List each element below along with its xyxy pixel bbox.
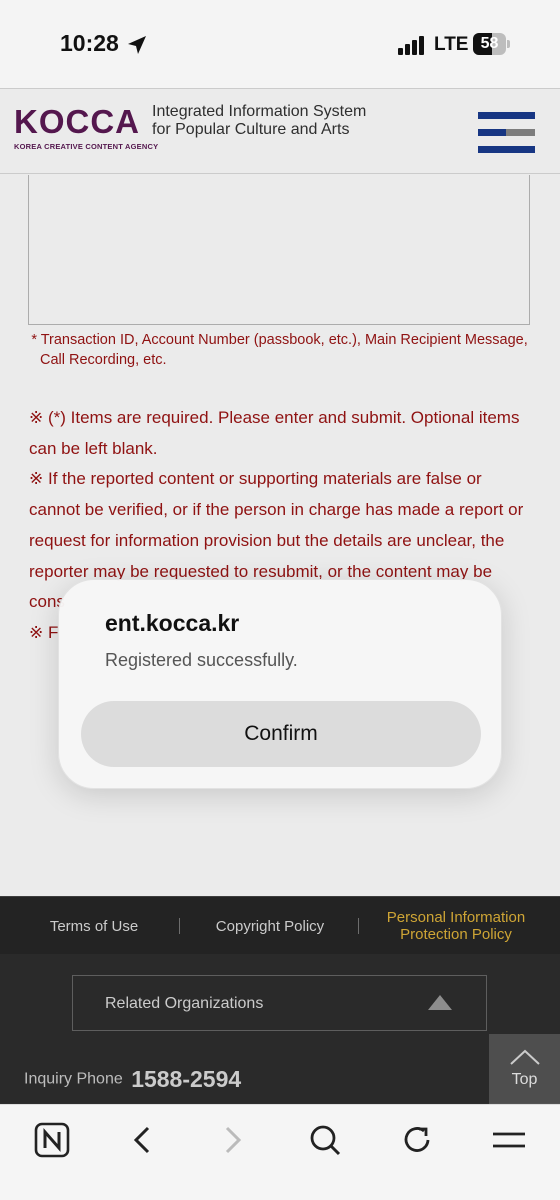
menu-icon[interactable] [489,1120,529,1160]
alert-dialog: ent.kocca.kr Registered successfully. Co… [58,579,502,789]
battery-level: 58 [480,35,499,52]
search-icon[interactable] [305,1120,345,1160]
status-bar: 10:28 LTE 58 [0,0,560,88]
status-time: 10:28 [60,30,119,56]
browser-toolbar [0,1104,560,1200]
alert-title: ent.kocca.kr [105,610,240,636]
naver-n-icon[interactable] [32,1120,72,1160]
confirm-button[interactable]: Confirm [81,701,481,767]
back-arrow-icon[interactable] [122,1120,162,1160]
alert-message: Registered successfully. [105,650,298,670]
location-arrow-icon [128,36,146,54]
battery-icon: 58 [473,33,510,55]
signal-bars-icon [398,36,424,55]
network-label: LTE [434,34,469,55]
reload-icon[interactable] [397,1120,437,1160]
forward-arrow-icon[interactable] [213,1120,253,1160]
